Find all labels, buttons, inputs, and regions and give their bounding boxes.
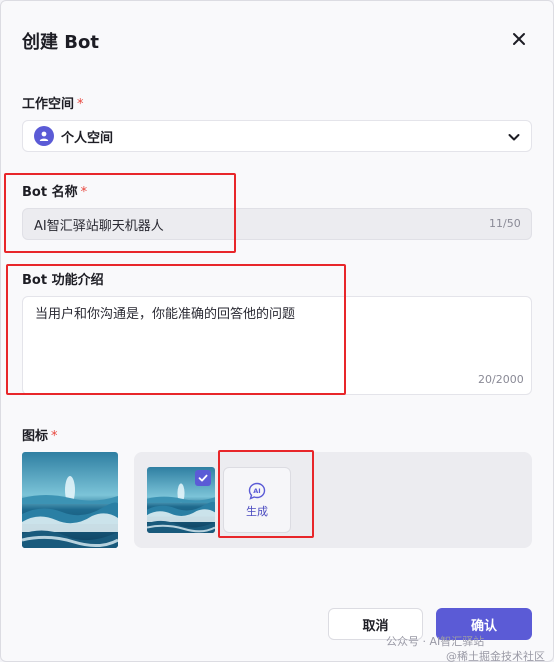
bot-intro-counter: 20/2000 bbox=[478, 373, 524, 386]
workspace-label: 工作空间 * bbox=[22, 93, 84, 112]
user-icon bbox=[34, 126, 54, 146]
bot-intro-value: 当用户和你沟通是，你能准确的回答他的问题 bbox=[35, 307, 296, 322]
bot-intro-textarea[interactable]: 当用户和你沟通是，你能准确的回答他的问题 bbox=[22, 296, 532, 395]
required-mark: * bbox=[51, 429, 58, 444]
ai-chat-icon: AI bbox=[248, 482, 266, 500]
icon-label-text: 图标 bbox=[22, 429, 49, 444]
icon-preview-image bbox=[22, 452, 118, 548]
generate-icon-button[interactable]: AI 生成 bbox=[223, 467, 291, 533]
bot-intro-label: Bot 功能介绍 bbox=[22, 273, 104, 288]
bot-name-label-text: Bot 名称 bbox=[22, 185, 78, 200]
watermark-source: @稀土掘金技术社区 bbox=[446, 650, 545, 662]
bot-name-input[interactable]: AI智汇驿站聊天机器人 bbox=[22, 208, 532, 240]
bot-name-counter: 11/50 bbox=[489, 217, 521, 230]
dialog-title: 创建 Bot bbox=[22, 32, 99, 53]
ai-badge-text: AI bbox=[253, 487, 260, 495]
chevron-down-icon bbox=[507, 129, 521, 143]
create-bot-dialog: 创建 Bot 工作空间 * 个人空间 Bot 名称 * AI智汇驿站聊天机器人 11… bbox=[0, 0, 554, 662]
bot-name-label: Bot 名称 * bbox=[22, 181, 87, 200]
workspace-label-text: 工作空间 bbox=[22, 97, 75, 112]
workspace-selected-value: 个人空间 bbox=[61, 130, 114, 146]
workspace-select[interactable]: 个人空间 bbox=[22, 120, 532, 152]
icon-label: 图标 * bbox=[22, 425, 58, 444]
generate-label: 生成 bbox=[246, 504, 268, 518]
close-icon[interactable] bbox=[508, 28, 530, 50]
selected-check-icon bbox=[195, 470, 211, 486]
required-mark: * bbox=[77, 97, 84, 112]
required-mark: * bbox=[80, 185, 88, 200]
bot-name-value: AI智汇驿站聊天机器人 bbox=[34, 218, 164, 234]
watermark-account: 公众号 · AI智汇驿站 bbox=[386, 635, 485, 648]
